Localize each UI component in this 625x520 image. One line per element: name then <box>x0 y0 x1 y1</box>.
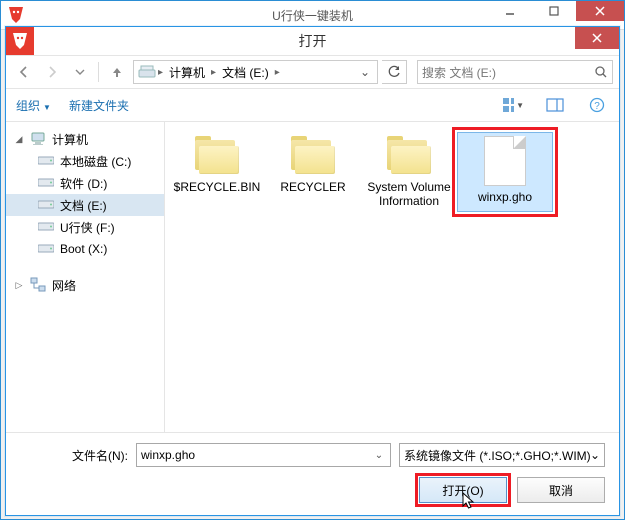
folder-item[interactable]: $RECYCLE.BIN <box>169 132 265 212</box>
preview-pane-button[interactable] <box>543 93 567 117</box>
network-icon <box>30 277 46 293</box>
sidebar-item-drive-x[interactable]: Boot (X:) <box>6 238 164 260</box>
file-list-pane[interactable]: $RECYCLE.BIN RECYCLER System Volume Info… <box>165 122 619 432</box>
file-item-selected[interactable]: winxp.gho <box>457 132 553 212</box>
breadcrumb-dropdown[interactable]: ⌄ <box>357 65 373 79</box>
sidebar-label: U行侠 (F:) <box>60 219 115 236</box>
organize-menu[interactable]: 组织▼ <box>16 97 51 114</box>
sidebar-item-drive-c[interactable]: 本地磁盘 (C:) <box>6 150 164 172</box>
file-label: RECYCLER <box>280 180 345 194</box>
open-file-dialog: 打开 ▸ 计算机 ▸ 文档 (E:) ▸ ⌄ 搜索 文档 (E:) <box>5 26 620 516</box>
svg-text:?: ? <box>594 101 600 112</box>
filename-input[interactable]: winxp.gho ⌄ <box>136 443 391 467</box>
dialog-titlebar: 打开 <box>6 27 619 55</box>
filetype-value: 系统镜像文件 (*.ISO;*.GHO;*.WIM) <box>404 447 590 464</box>
folder-item[interactable]: RECYCLER <box>265 132 361 212</box>
new-folder-button[interactable]: 新建文件夹 <box>69 97 129 114</box>
sidebar-label: Boot (X:) <box>60 242 107 256</box>
drive-icon <box>138 65 156 79</box>
dialog-footer: 文件名(N): winxp.gho ⌄ 系统镜像文件 (*.ISO;*.GHO;… <box>6 432 619 515</box>
dialog-close-button[interactable] <box>575 27 619 49</box>
nav-recent-button[interactable] <box>68 60 92 84</box>
toolbar: 组织▼ 新建文件夹 ▼ ? <box>6 89 619 122</box>
chevron-down-icon[interactable]: ⌄ <box>590 448 600 462</box>
folder-icon <box>289 136 337 176</box>
file-icon <box>484 136 526 186</box>
breadcrumb[interactable]: ▸ 计算机 ▸ 文档 (E:) ▸ ⌄ <box>133 60 378 84</box>
drive-icon <box>38 199 54 211</box>
search-icon <box>594 65 608 79</box>
folder-icon <box>193 136 241 176</box>
chevron-right-icon: ▸ <box>158 67 163 78</box>
folder-item[interactable]: System Volume Information <box>361 132 457 212</box>
chevron-down-icon[interactable]: ⌄ <box>372 450 386 461</box>
search-placeholder: 搜索 文档 (E:) <box>422 64 594 81</box>
chevron-right-icon: ▸ <box>211 67 216 78</box>
sidebar-label: 网络 <box>52 277 76 294</box>
folder-icon <box>385 136 433 176</box>
parent-maximize-button[interactable] <box>532 1 576 21</box>
sidebar-item-drive-f[interactable]: U行侠 (F:) <box>6 216 164 238</box>
chevron-down-icon: ◢ <box>14 134 24 145</box>
sidebar-item-network[interactable]: ▷ 网络 <box>6 274 164 296</box>
nav-forward-button[interactable] <box>40 60 64 84</box>
parent-close-button[interactable] <box>576 1 624 21</box>
cancel-button[interactable]: 取消 <box>517 477 605 503</box>
drive-icon <box>38 243 54 255</box>
address-bar: ▸ 计算机 ▸ 文档 (E:) ▸ ⌄ 搜索 文档 (E:) <box>6 55 619 89</box>
search-input[interactable]: 搜索 文档 (E:) <box>417 60 613 84</box>
drive-icon <box>38 177 54 189</box>
computer-icon <box>30 132 46 146</box>
view-options-button[interactable]: ▼ <box>501 93 525 117</box>
sidebar-item-computer[interactable]: ◢ 计算机 <box>6 128 164 150</box>
filetype-select[interactable]: 系统镜像文件 (*.ISO;*.GHO;*.WIM) ⌄ <box>399 443 605 467</box>
breadcrumb-computer[interactable]: 计算机 <box>165 64 209 81</box>
sidebar-label: 计算机 <box>52 131 88 148</box>
sidebar-item-drive-e[interactable]: 文档 (E:) <box>6 194 164 216</box>
parent-minimize-button[interactable] <box>488 1 532 21</box>
filename-label: 文件名(N): <box>20 447 128 464</box>
file-label: winxp.gho <box>478 190 532 204</box>
navigation-sidebar: ◢ 计算机 本地磁盘 (C:) 软件 (D:) 文档 (E:) <box>6 122 165 432</box>
refresh-button[interactable] <box>382 60 407 84</box>
drive-icon <box>38 221 54 233</box>
chevron-right-icon: ▸ <box>275 67 280 78</box>
nav-back-button[interactable] <box>12 60 36 84</box>
sidebar-item-drive-d[interactable]: 软件 (D:) <box>6 172 164 194</box>
breadcrumb-current[interactable]: 文档 (E:) <box>218 64 273 81</box>
file-label: System Volume Information <box>365 180 453 208</box>
chevron-right-icon: ▷ <box>14 280 24 291</box>
sidebar-label: 软件 (D:) <box>60 175 107 192</box>
drive-icon <box>38 155 54 167</box>
nav-up-button[interactable] <box>105 60 129 84</box>
file-label: $RECYCLE.BIN <box>174 180 261 194</box>
help-button[interactable]: ? <box>585 93 609 117</box>
sidebar-label: 文档 (E:) <box>60 197 107 214</box>
sidebar-label: 本地磁盘 (C:) <box>60 153 131 170</box>
open-button[interactable]: 打开(O) <box>419 477 507 503</box>
filename-value: winxp.gho <box>141 448 372 462</box>
dialog-title: 打开 <box>6 31 619 51</box>
